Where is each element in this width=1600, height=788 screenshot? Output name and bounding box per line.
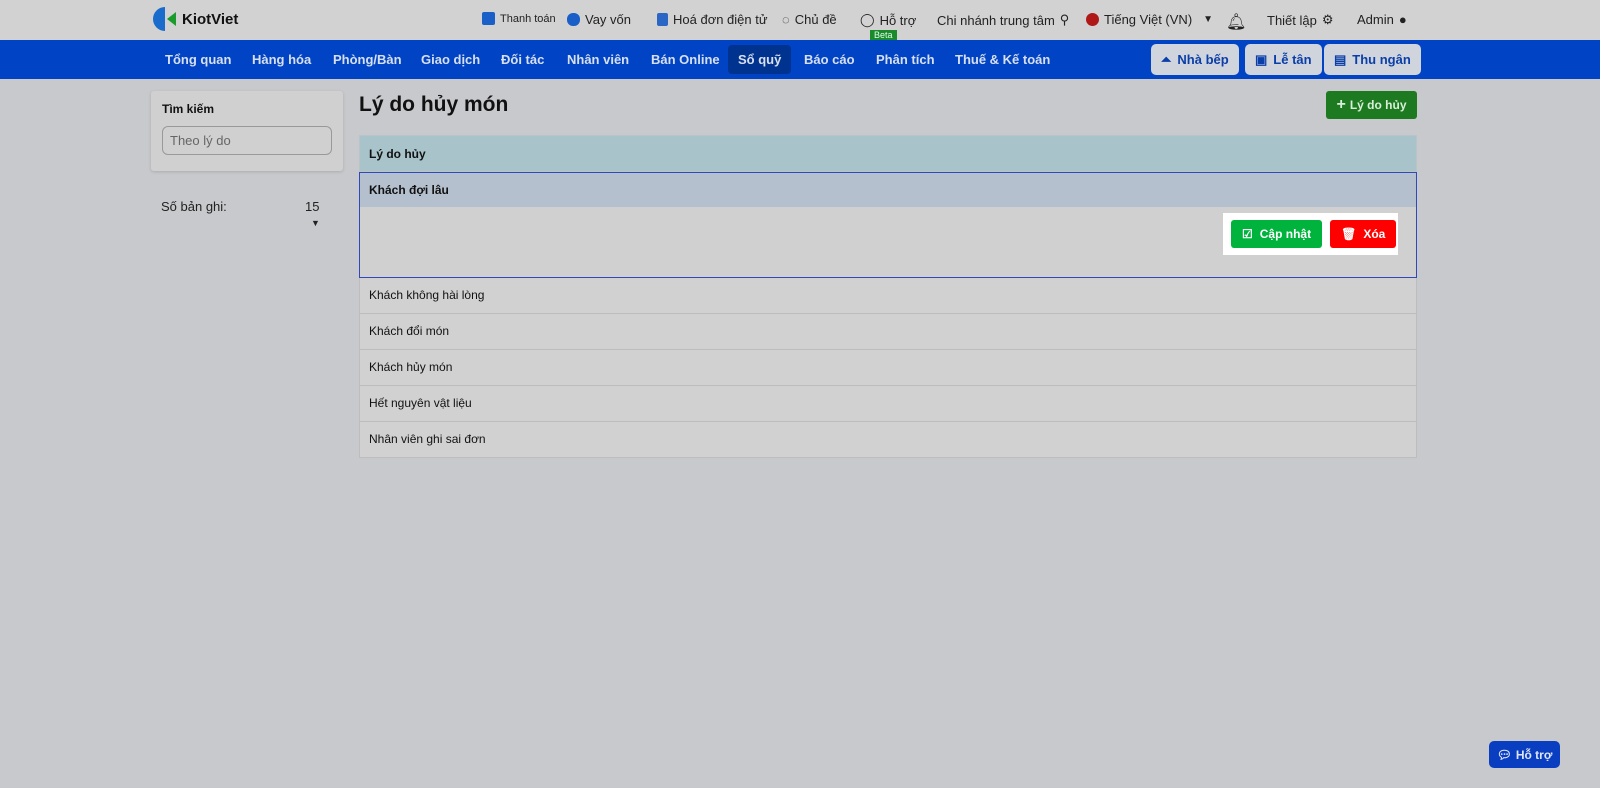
caret-down-icon: ▼ <box>311 218 320 228</box>
user-icon: ● <box>1398 12 1407 27</box>
table-row[interactable]: Nhân viên ghi sai đơn <box>359 422 1417 458</box>
loan-link[interactable]: Vay vốn <box>567 12 631 27</box>
bell-icon[interactable]: 🔔︎ <box>1226 12 1246 32</box>
cashier-button[interactable]: ▤ Thu ngân <box>1324 44 1421 75</box>
location-icon: ⚲ <box>1059 12 1070 27</box>
user-menu[interactable]: Admin ● <box>1357 12 1407 27</box>
add-reason-button[interactable]: + Lý do hủy <box>1326 91 1417 119</box>
update-button[interactable]: ☑ Cập nhật <box>1231 220 1323 248</box>
trash-icon: 🗑︎ <box>1341 227 1357 241</box>
document-icon: ▤ <box>1334 51 1347 67</box>
plus-icon: + <box>1336 96 1346 113</box>
cloche-icon: ⏶ <box>1161 51 1172 67</box>
nav-products[interactable]: Hàng hóa <box>242 45 321 74</box>
chat-icon: 💬︎ <box>1496 747 1512 762</box>
page-title: Lý do hủy món <box>359 93 509 116</box>
nav-reports[interactable]: Báo cáo <box>794 45 865 74</box>
caret-down-icon: ▼ <box>1203 14 1214 25</box>
logo-icon <box>153 7 165 31</box>
records-select[interactable]: 15 ▼ <box>305 199 337 229</box>
nav-transactions[interactable]: Giao dịch <box>411 45 490 74</box>
kitchen-button[interactable]: ⏶ Nhà bếp <box>1151 44 1239 75</box>
top-bar: KiotViet Thanh toán Vay vốn Hoá đơn điện… <box>0 0 1600 40</box>
money-bag-icon <box>567 13 580 26</box>
row-actions: ☑ Cập nhật 🗑︎ Xóa <box>1223 213 1398 255</box>
nav-rooms[interactable]: Phòng/Bàn <box>323 45 412 74</box>
logo[interactable]: KiotViet <box>153 7 238 31</box>
einvoice-link[interactable]: Hoá đơn điện tử <box>657 12 768 27</box>
help-chat-button[interactable]: 💬︎ Hỗ trợ <box>1489 741 1560 768</box>
main-nav: Tổng quan Hàng hóa Phòng/Bàn Giao dịch Đ… <box>0 40 1600 79</box>
payment-link[interactable]: Thanh toán <box>482 12 556 25</box>
gear-icon: ⚙ <box>1321 12 1334 27</box>
support-link[interactable]: ◯ Hỗ trợ <box>860 12 916 28</box>
calendar-icon: ▣ <box>1255 51 1268 67</box>
search-title: Tìm kiếm <box>162 102 215 116</box>
nav-staff[interactable]: Nhân viên <box>557 45 639 74</box>
table-row[interactable]: Hết nguyên vật liệu <box>359 386 1417 422</box>
table-row[interactable]: Khách không hài lòng <box>359 278 1417 314</box>
branch-select[interactable]: Chi nhánh trung tâm ⚲ <box>937 12 1069 28</box>
reception-button[interactable]: ▣ Lễ tân <box>1245 44 1322 75</box>
nav-partners[interactable]: Đối tác <box>491 45 554 74</box>
nav-online[interactable]: Bán Online <box>641 45 730 74</box>
beta-badge: Beta <box>870 30 897 40</box>
nav-overview[interactable]: Tổng quan <box>155 45 241 74</box>
column-header[interactable]: Lý do hủy <box>359 135 1417 172</box>
payment-icon <box>482 12 495 25</box>
invoice-icon <box>657 13 668 26</box>
nav-tax[interactable]: Thuế & Kế toán <box>945 45 1060 74</box>
search-panel: Tìm kiếm Theo lý do <box>151 91 343 171</box>
theme-link[interactable]: ◌ Chủ đề <box>782 12 837 27</box>
nav-analytics[interactable]: Phân tích <box>866 45 945 74</box>
settings-link[interactable]: Thiết lập ⚙ <box>1267 12 1334 28</box>
chat-icon: ◯ <box>860 12 875 27</box>
table-row[interactable]: Khách hủy món <box>359 350 1417 386</box>
records-per-page: Số bản ghi: 15 ▼ <box>161 199 337 228</box>
nav-cashbook[interactable]: Sổ quỹ <box>728 45 792 74</box>
table-row[interactable]: Khách đổi món <box>359 314 1417 350</box>
check-square-icon: ☑ <box>1242 227 1253 241</box>
search-input[interactable]: Theo lý do <box>162 126 332 155</box>
delete-button[interactable]: 🗑︎ Xóa <box>1330 220 1397 248</box>
language-select[interactable]: Tiếng Việt (VN) ▼ <box>1086 12 1213 27</box>
vietnam-flag-icon <box>1086 13 1099 26</box>
palette-icon: ◌ <box>782 12 790 27</box>
reasons-table: Lý do hủy Khách đợi lâu Khách không hài … <box>359 135 1417 458</box>
